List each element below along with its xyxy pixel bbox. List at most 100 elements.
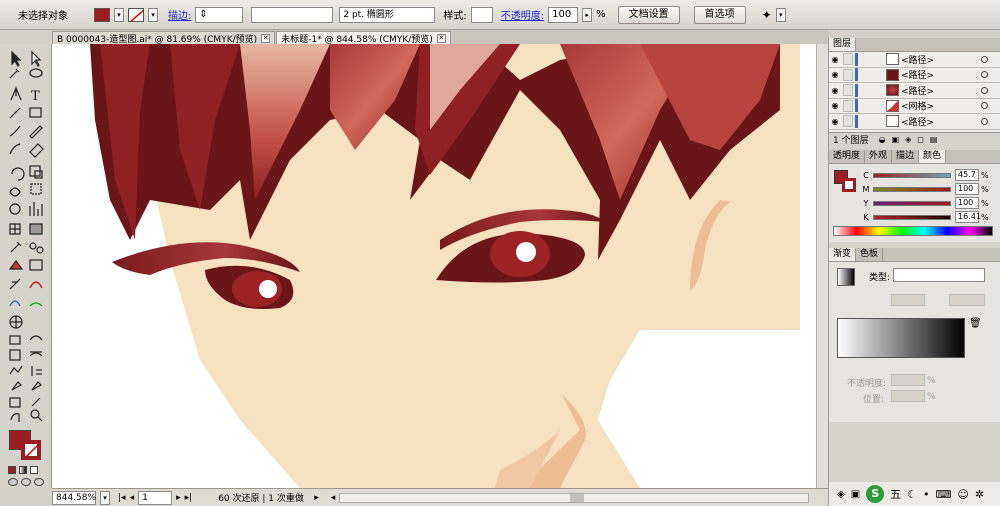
ime-logo-icon[interactable]: S <box>866 485 885 503</box>
keyboard-icon[interactable]: ⌨ <box>936 488 952 501</box>
trash-icon[interactable]: 🗑 <box>969 318 982 329</box>
slider-m[interactable]: M 100 % <box>861 182 997 196</box>
gradient-thumbnail[interactable] <box>837 268 855 286</box>
y-value[interactable]: 100 <box>955 197 979 209</box>
eye-icon[interactable]: ◉ <box>829 117 841 126</box>
stroke-swatch[interactable] <box>128 7 144 22</box>
stroke-link[interactable]: 描边: <box>168 7 191 22</box>
tab-swatches[interactable]: 色板 <box>856 248 884 261</box>
target-icon[interactable] <box>981 102 988 110</box>
draw-behind-icon[interactable] <box>21 478 31 486</box>
k-value[interactable]: 16.41 <box>955 211 981 223</box>
tab-appearance[interactable]: 外观 <box>865 150 893 163</box>
opacity-dropdown[interactable]: ▸ <box>582 7 593 22</box>
lock-toggle[interactable] <box>843 68 853 81</box>
c-value[interactable]: 45.7 <box>955 169 979 181</box>
horizontal-scrollbar[interactable] <box>339 492 810 503</box>
document-setup-button[interactable]: 文档设置 <box>617 5 680 24</box>
layer-row[interactable]: ◉ <路径> <box>829 114 1000 130</box>
gradient-aspect-field[interactable] <box>949 294 985 306</box>
layer-row[interactable]: ◉ <路径> <box>829 52 1000 68</box>
status-menu-icon[interactable]: ▸ <box>314 493 319 503</box>
zoom-dropdown[interactable]: ▾ <box>100 490 110 505</box>
panel-icon[interactable]: ▣ <box>851 489 860 500</box>
first-page-icon[interactable]: |◂ <box>118 493 126 503</box>
last-page-icon[interactable]: ▸| <box>185 493 193 503</box>
slider-c[interactable]: C 45.7 % <box>861 168 997 182</box>
selection-label: 未选择对象 <box>18 11 68 22</box>
stroke-weight-field[interactable]: ⇕ <box>195 6 244 23</box>
fill-swatch[interactable] <box>94 7 110 22</box>
target-icon[interactable] <box>981 55 988 63</box>
gradient-opacity-field[interactable] <box>891 374 925 386</box>
layers-footer: 1 个图层 ◒▣◈◻▤ <box>829 132 1000 146</box>
tab-stroke[interactable]: 描边 <box>892 150 920 163</box>
layer-label: <路径> <box>901 117 935 128</box>
color-spectrum[interactable] <box>833 226 993 236</box>
style-dropdown[interactable] <box>470 6 493 23</box>
layer-action-icons[interactable]: ◒▣◈◻▤ <box>879 135 944 144</box>
scroll-left-icon[interactable]: ◂ <box>331 493 336 503</box>
gradient-location-field[interactable] <box>891 390 925 402</box>
preferences-button[interactable]: 首选项 <box>693 5 746 24</box>
tab-layers[interactable]: 图层 <box>829 38 857 51</box>
gradient-slider-preview[interactable] <box>837 318 965 358</box>
dot-icon[interactable]: • <box>923 488 930 501</box>
panel-icon[interactable]: ◈ <box>837 489 845 500</box>
layer-row[interactable]: ◉ <路径> <box>829 67 1000 83</box>
user-icon[interactable]: ☺ <box>957 488 968 501</box>
opacity-link[interactable]: 不透明度: <box>501 7 544 22</box>
ime-label[interactable]: 五 <box>890 486 901 502</box>
none-mode-icon[interactable] <box>30 466 38 474</box>
gradient-angle-field[interactable] <box>891 294 925 306</box>
close-icon[interactable]: ✕ <box>261 33 271 43</box>
next-page-icon[interactable]: ▸ <box>176 493 181 503</box>
panel-menu-dropdown[interactable]: ▾ <box>775 7 786 22</box>
tab-transparency[interactable]: 透明度 <box>829 150 866 163</box>
fill-dropdown[interactable]: ▾ <box>114 7 124 22</box>
tab-gradient[interactable]: 渐变 <box>829 248 857 261</box>
target-icon[interactable] <box>981 86 988 94</box>
gradient-type-select[interactable] <box>893 268 985 282</box>
stroke-color-swatch[interactable] <box>21 440 41 460</box>
tab-document-1[interactable]: B 0000043-造型图.ai* @ 81.69% (CMYK/预览) ✕ <box>52 31 276 45</box>
zoom-field[interactable]: 844.58% <box>52 490 96 505</box>
draw-inside-icon[interactable] <box>34 478 44 486</box>
slider-y[interactable]: Y 100 % <box>861 196 997 210</box>
artboard-canvas[interactable] <box>52 44 828 488</box>
target-icon[interactable] <box>981 117 988 125</box>
variable-width-field[interactable] <box>251 6 334 23</box>
m-value[interactable]: 100 <box>955 183 979 195</box>
gradient-mode-icon[interactable] <box>19 466 27 474</box>
eye-icon[interactable]: ◉ <box>829 70 841 79</box>
eye-icon[interactable]: ◉ <box>829 101 841 110</box>
lock-toggle[interactable] <box>843 53 853 66</box>
eye-icon[interactable]: ◉ <box>829 55 841 64</box>
eye-icon[interactable]: ◉ <box>829 86 841 95</box>
layer-row[interactable]: ◉ <路径> <box>829 83 1000 99</box>
draw-normal-icon[interactable] <box>8 478 18 486</box>
target-icon[interactable] <box>981 71 988 79</box>
lock-toggle[interactable] <box>843 84 853 97</box>
arrange-icon[interactable]: ✦ <box>762 8 772 22</box>
prev-page-icon[interactable]: ◂ <box>130 493 135 503</box>
tab-document-2[interactable]: 未标题-1* @ 844.58% (CMYK/预览) ✕ <box>276 31 451 45</box>
lock-toggle[interactable] <box>843 99 853 112</box>
cmyk-sliders: C 45.7 % M 100 % Y 100 % K 16.41 % <box>861 168 997 224</box>
lock-toggle[interactable] <box>843 115 853 128</box>
status-bar: 844.58% ▾ |◂ ◂ 1 ▸ ▸| 60 次还原 | 1 次重做 ▸ ◂ <box>52 488 828 506</box>
stroke-dropdown[interactable]: ▾ <box>148 7 158 22</box>
tab-color[interactable]: 颜色 <box>919 150 947 163</box>
slider-k[interactable]: K 16.41 % <box>861 210 997 224</box>
tab-label: 未标题-1* @ 844.58% (CMYK/预览) <box>281 34 433 45</box>
opacity-field[interactable]: 100 <box>548 6 579 23</box>
close-icon[interactable]: ✕ <box>436 33 446 43</box>
color-mode-icon[interactable] <box>8 466 16 474</box>
brush-field[interactable]: 2 pt. 椭圆形 <box>339 6 436 23</box>
moon-icon[interactable]: ☾ <box>907 488 917 501</box>
layer-row[interactable]: ◉ <网格> <box>829 98 1000 114</box>
page-field[interactable]: 1 <box>138 490 173 505</box>
vertical-scrollbar[interactable] <box>816 44 828 488</box>
settings-icon[interactable]: ✲ <box>975 488 984 501</box>
color-stroke-swatch[interactable] <box>842 178 856 192</box>
